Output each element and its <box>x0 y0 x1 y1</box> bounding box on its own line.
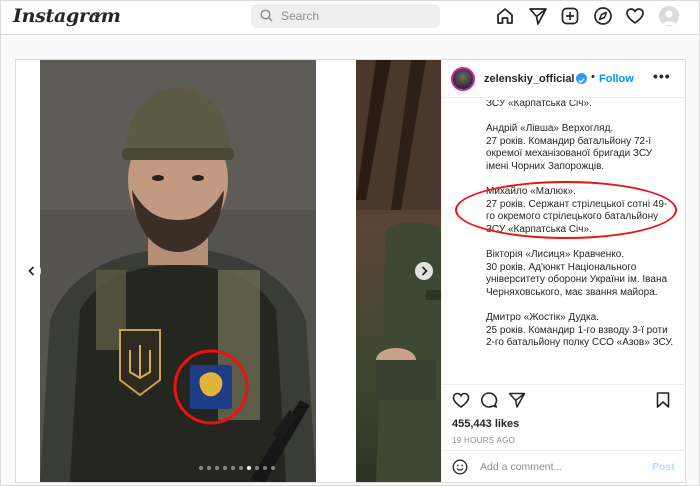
post-caption: ЗСУ «Карпатська Січ». Андрій «Лівша» Вер… <box>486 100 676 376</box>
search-placeholder: Search <box>281 9 320 23</box>
soldier-illustration <box>40 60 316 482</box>
like-heart-icon[interactable] <box>452 391 470 409</box>
likes-count[interactable]: 455,443 likes <box>452 418 519 430</box>
post-side-pane: zelenskiy_official • Follow ••• ЗСУ «Кар… <box>441 60 686 482</box>
avatar-silhouette-icon <box>662 10 676 25</box>
caption-paragraph: ЗСУ «Карпатська Січ». <box>486 100 592 109</box>
post-actions <box>442 384 686 412</box>
caption-paragraph: Андрій «Лівша» Верхогляд. 27 років. Кома… <box>486 123 653 172</box>
separator-bullet: • <box>591 71 595 83</box>
instagram-logo[interactable]: Instagram <box>13 5 121 27</box>
direct-icon[interactable] <box>528 6 548 26</box>
post-photo-soldier <box>40 60 316 482</box>
emoji-icon[interactable] <box>452 459 468 475</box>
post-header: zelenskiy_official • Follow ••• <box>442 60 686 98</box>
caption-paragraph-highlighted: Михайло «Малюк». 27 років. Сержант стріл… <box>486 186 668 235</box>
carousel-dot <box>271 466 275 470</box>
more-options-button[interactable]: ••• <box>653 68 671 84</box>
carousel-dot <box>223 466 227 470</box>
carousel-dot <box>255 466 259 470</box>
carousel-next-button[interactable] <box>415 262 433 280</box>
top-nav: Instagram Search <box>1 1 699 35</box>
instagram-page: Instagram Search zelenskiy_official • Fo… <box>0 0 700 486</box>
post-media-carousel[interactable] <box>16 60 441 482</box>
search-input[interactable]: Search <box>251 4 440 28</box>
post-card: zelenskiy_official • Follow ••• ЗСУ «Кар… <box>15 59 686 483</box>
carousel-dots <box>199 466 275 470</box>
post-comment-button[interactable]: Post <box>652 461 675 473</box>
carousel-dot <box>207 466 211 470</box>
carousel-dot <box>247 466 251 470</box>
comment-icon[interactable] <box>480 391 498 409</box>
carousel-dot <box>239 466 243 470</box>
comment-bar: Add a comment... Post <box>442 450 686 482</box>
carousel-prev-button[interactable] <box>23 262 41 280</box>
user-avatar[interactable] <box>451 67 475 91</box>
username-link[interactable]: zelenskiy_official <box>484 73 575 85</box>
search-icon <box>260 9 273 22</box>
chevron-right-icon <box>421 266 428 276</box>
share-icon[interactable] <box>508 391 526 409</box>
profile-avatar[interactable] <box>659 6 679 26</box>
carousel-dot <box>231 466 235 470</box>
caption-paragraph: Вікторія «Лисиця» Кравченко. 30 років. А… <box>486 249 668 298</box>
save-bookmark-icon[interactable] <box>654 391 672 409</box>
new-post-icon[interactable] <box>560 6 580 26</box>
verified-badge-icon <box>576 73 587 84</box>
chevron-left-icon <box>28 266 35 276</box>
post-timestamp[interactable]: 19 HOURS AGO <box>452 436 515 445</box>
carousel-dot <box>263 466 267 470</box>
follow-button[interactable]: Follow <box>599 73 634 85</box>
carousel-dot <box>199 466 203 470</box>
explore-icon[interactable] <box>593 6 613 26</box>
activity-heart-icon[interactable] <box>625 6 645 26</box>
comment-input[interactable]: Add a comment... <box>480 461 562 473</box>
carousel-dot <box>215 466 219 470</box>
caption-paragraph: Дмитро «Жостік» Дудка. 25 років. Команди… <box>486 312 674 349</box>
home-icon[interactable] <box>495 6 515 26</box>
